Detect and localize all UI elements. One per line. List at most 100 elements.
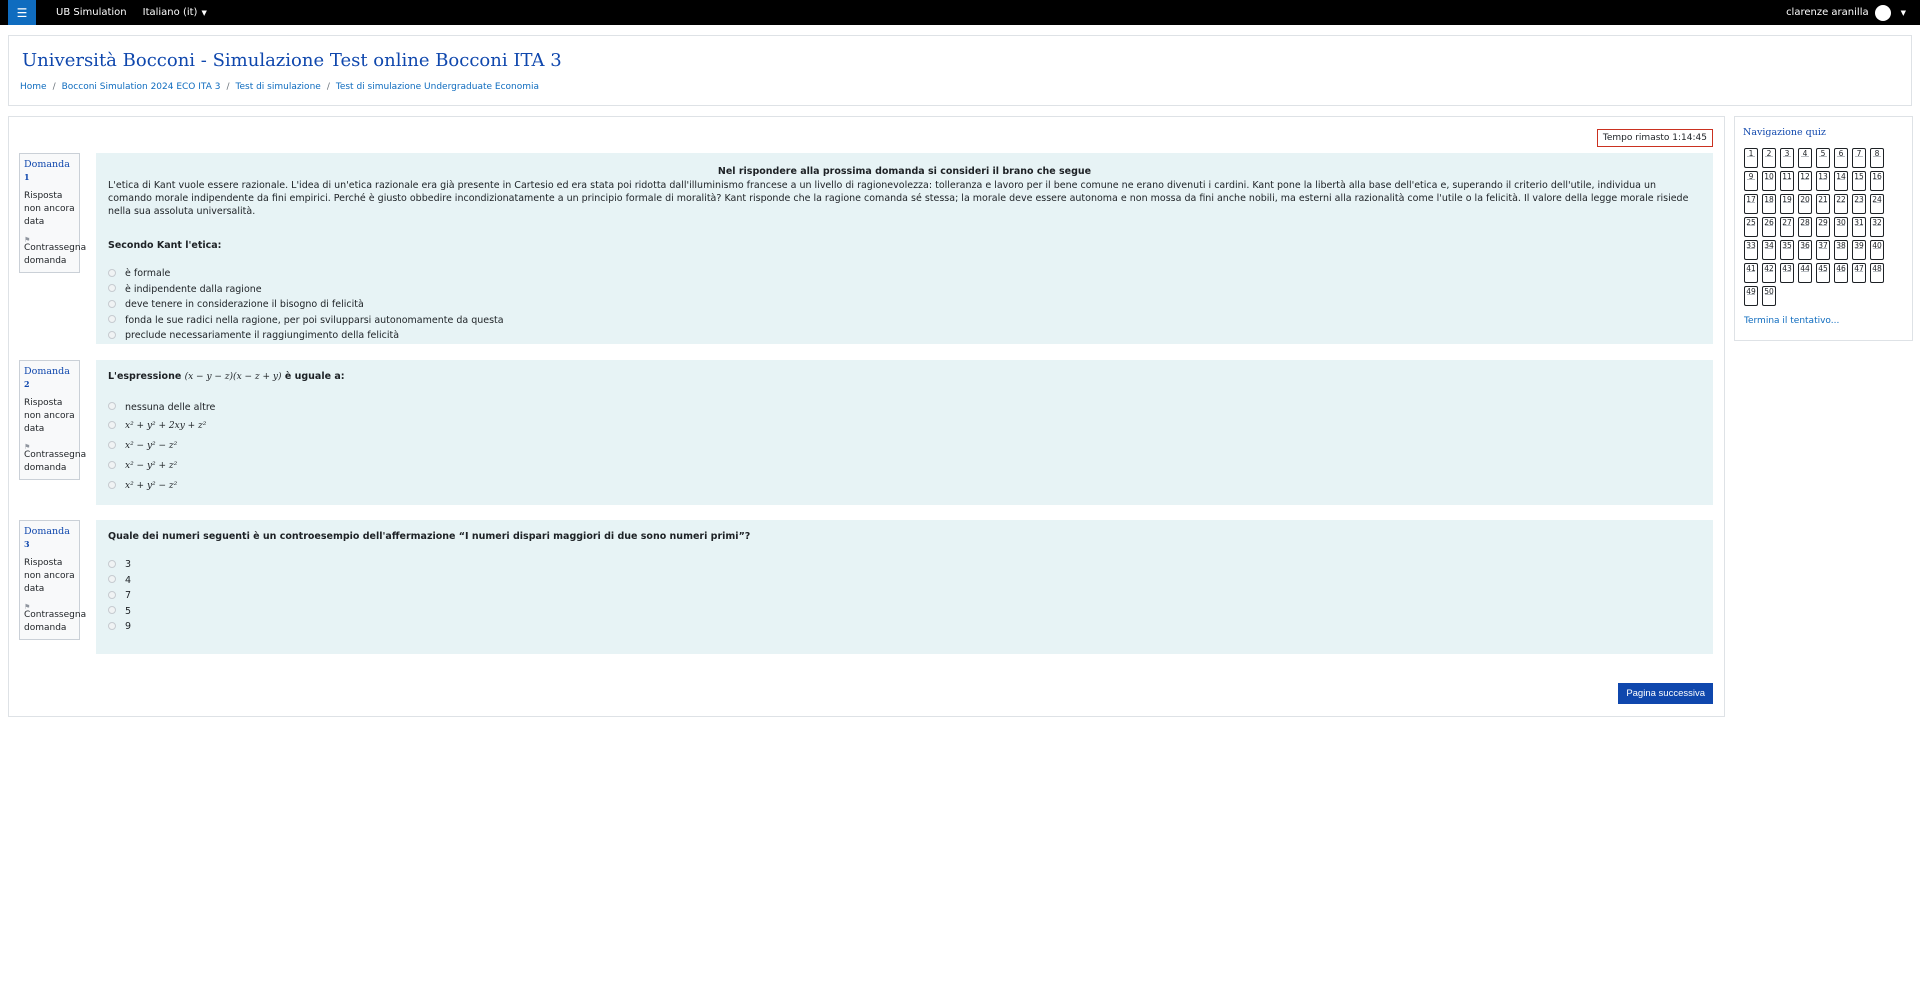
quiz-nav-button[interactable]: 4 xyxy=(1798,148,1812,168)
quiz-nav-button[interactable]: 32 xyxy=(1870,217,1884,237)
quiz-nav-button[interactable]: 29 xyxy=(1816,217,1830,237)
radio-button[interactable] xyxy=(108,461,116,469)
quiz-nav-button[interactable]: 25 xyxy=(1744,217,1758,237)
answer-option[interactable]: x² + y² + 2xy + z² xyxy=(108,416,1701,436)
quiz-nav-button[interactable]: 31 xyxy=(1852,217,1866,237)
quiz-nav-button[interactable]: 18 xyxy=(1762,194,1776,214)
flag-question[interactable]: ⚑ Contrassegna domanda xyxy=(24,441,86,475)
quiz-navigation-title: Navigazione quiz xyxy=(1743,127,1826,138)
answer-option[interactable]: 4 xyxy=(108,573,1701,589)
quiz-nav-button[interactable]: 44 xyxy=(1798,263,1812,283)
quiz-nav-button[interactable]: 30 xyxy=(1834,217,1848,237)
language-menu[interactable]: Italiano (it) ▼ xyxy=(143,7,207,18)
radio-button[interactable] xyxy=(108,590,116,599)
quiz-nav-button[interactable]: 49 xyxy=(1744,286,1758,306)
quiz-nav-button[interactable]: 10 xyxy=(1762,171,1776,191)
answer-option[interactable]: nessuna delle altre xyxy=(108,398,1701,416)
question-label: Domanda xyxy=(24,159,70,170)
radio-button[interactable] xyxy=(108,575,116,584)
quiz-nav-button[interactable]: 33 xyxy=(1744,240,1758,260)
quiz-nav-button[interactable]: 36 xyxy=(1798,240,1812,260)
quiz-nav-button[interactable]: 3 xyxy=(1780,148,1794,168)
answer-option[interactable]: 5 xyxy=(108,604,1701,620)
quiz-nav-button[interactable]: 40 xyxy=(1870,240,1884,260)
radio-button[interactable] xyxy=(108,299,116,308)
radio-button[interactable] xyxy=(108,402,116,410)
quiz-nav-button[interactable]: 23 xyxy=(1852,194,1866,214)
quiz-nav-button[interactable]: 9 xyxy=(1744,171,1758,191)
radio-button[interactable] xyxy=(108,315,116,324)
quiz-nav-button[interactable]: 50 xyxy=(1762,286,1776,306)
breadcrumb-quiz[interactable]: Test di simulazione Undergraduate Econom… xyxy=(336,82,539,92)
quiz-nav-button[interactable]: 17 xyxy=(1744,194,1758,214)
hamburger-icon[interactable]: ☰ xyxy=(8,0,36,25)
quiz-nav-button[interactable]: 39 xyxy=(1852,240,1866,260)
radio-button[interactable] xyxy=(108,421,116,429)
answer-option[interactable]: preclude necessariamente il raggiungimen… xyxy=(108,328,1701,344)
radio-button[interactable] xyxy=(108,559,116,568)
quiz-nav-button[interactable]: 38 xyxy=(1834,240,1848,260)
quiz-nav-button[interactable]: 21 xyxy=(1816,194,1830,214)
quiz-nav-button[interactable]: 8 xyxy=(1870,148,1884,168)
breadcrumb-section[interactable]: Test di simulazione xyxy=(236,82,321,92)
flag-question[interactable]: ⚑ Contrassegna domanda xyxy=(24,234,86,268)
answer-option[interactable]: x² − y² − z² xyxy=(108,436,1701,456)
quiz-nav-button[interactable]: 24 xyxy=(1870,194,1884,214)
quiz-nav-button[interactable]: 11 xyxy=(1780,171,1794,191)
quiz-nav-button[interactable]: 43 xyxy=(1780,263,1794,283)
answer-option[interactable]: 9 xyxy=(108,619,1701,635)
quiz-nav-button[interactable]: 15 xyxy=(1852,171,1866,191)
quiz-nav-button[interactable]: 48 xyxy=(1870,263,1884,283)
answer-option[interactable]: fonda le sue radici nella ragione, per p… xyxy=(108,313,1701,329)
breadcrumb-course[interactable]: Bocconi Simulation 2024 ECO ITA 3 xyxy=(62,82,221,92)
quiz-nav-button[interactable]: 7 xyxy=(1852,148,1866,168)
answer-option[interactable]: è formale xyxy=(108,266,1701,282)
quiz-nav-button[interactable]: 20 xyxy=(1798,194,1812,214)
question-nav-grid: 1 2 3 4 5 6 7 8 9 10 11 12 13 14 15 16 17 18 19 20 21 22 23 24 2… xyxy=(1744,148,1894,309)
quiz-nav-button[interactable]: 37 xyxy=(1816,240,1830,260)
answer-option[interactable]: è indipendente dalla ragione xyxy=(108,282,1701,298)
quiz-nav-button[interactable]: 28 xyxy=(1798,217,1812,237)
quiz-nav-button[interactable]: 16 xyxy=(1870,171,1884,191)
radio-button[interactable] xyxy=(108,441,116,449)
answer-option[interactable]: 7 xyxy=(108,588,1701,604)
answer-option[interactable]: x² − y² + z² xyxy=(108,456,1701,476)
flag-question[interactable]: ⚑ Contrassegna domanda xyxy=(24,601,86,635)
quiz-nav-button[interactable]: 1 xyxy=(1744,148,1758,168)
finish-attempt-link[interactable]: Termina il tentativo... xyxy=(1744,316,1839,326)
quiz-nav-button[interactable]: 26 xyxy=(1762,217,1776,237)
radio-button[interactable] xyxy=(108,621,116,630)
site-brand[interactable]: UB Simulation xyxy=(56,7,127,18)
quiz-nav-button[interactable]: 27 xyxy=(1780,217,1794,237)
radio-button[interactable] xyxy=(108,268,116,277)
quiz-nav-button[interactable]: 45 xyxy=(1816,263,1830,283)
answer-label: 4 xyxy=(125,574,132,586)
math-expression: (x − y − z)(x − z + y) xyxy=(184,372,282,382)
radio-button[interactable] xyxy=(108,284,116,293)
answer-option[interactable]: 3 xyxy=(108,557,1701,573)
quiz-nav-button[interactable]: 46 xyxy=(1834,263,1848,283)
question-text-before: L'espressione xyxy=(108,371,182,382)
quiz-nav-button[interactable]: 2 xyxy=(1762,148,1776,168)
quiz-nav-button[interactable]: 35 xyxy=(1780,240,1794,260)
quiz-nav-button[interactable]: 6 xyxy=(1834,148,1848,168)
quiz-nav-button[interactable]: 47 xyxy=(1852,263,1866,283)
breadcrumb-home[interactable]: Home xyxy=(20,82,47,92)
answer-option[interactable]: x² + y² − z² xyxy=(108,476,1701,496)
quiz-nav-button[interactable]: 42 xyxy=(1762,263,1776,283)
quiz-nav-button[interactable]: 41 xyxy=(1744,263,1758,283)
quiz-nav-button[interactable]: 34 xyxy=(1762,240,1776,260)
top-navbar: ☰ UB Simulation Italiano (it) ▼ clarenze … xyxy=(0,0,1920,25)
quiz-nav-button[interactable]: 19 xyxy=(1780,194,1794,214)
quiz-nav-button[interactable]: 13 xyxy=(1816,171,1830,191)
quiz-nav-button[interactable]: 5 xyxy=(1816,148,1830,168)
quiz-nav-button[interactable]: 14 xyxy=(1834,171,1848,191)
quiz-nav-button[interactable]: 22 xyxy=(1834,194,1848,214)
answer-option[interactable]: deve tenere in considerazione il bisogno… xyxy=(108,297,1701,313)
quiz-nav-button[interactable]: 12 xyxy=(1798,171,1812,191)
next-page-button[interactable]: Pagina successiva xyxy=(1618,683,1713,704)
radio-button[interactable] xyxy=(108,330,116,339)
radio-button[interactable] xyxy=(108,481,116,489)
radio-button[interactable] xyxy=(108,606,116,615)
user-menu[interactable]: clarenze aranilla ▼ xyxy=(1786,0,1906,25)
